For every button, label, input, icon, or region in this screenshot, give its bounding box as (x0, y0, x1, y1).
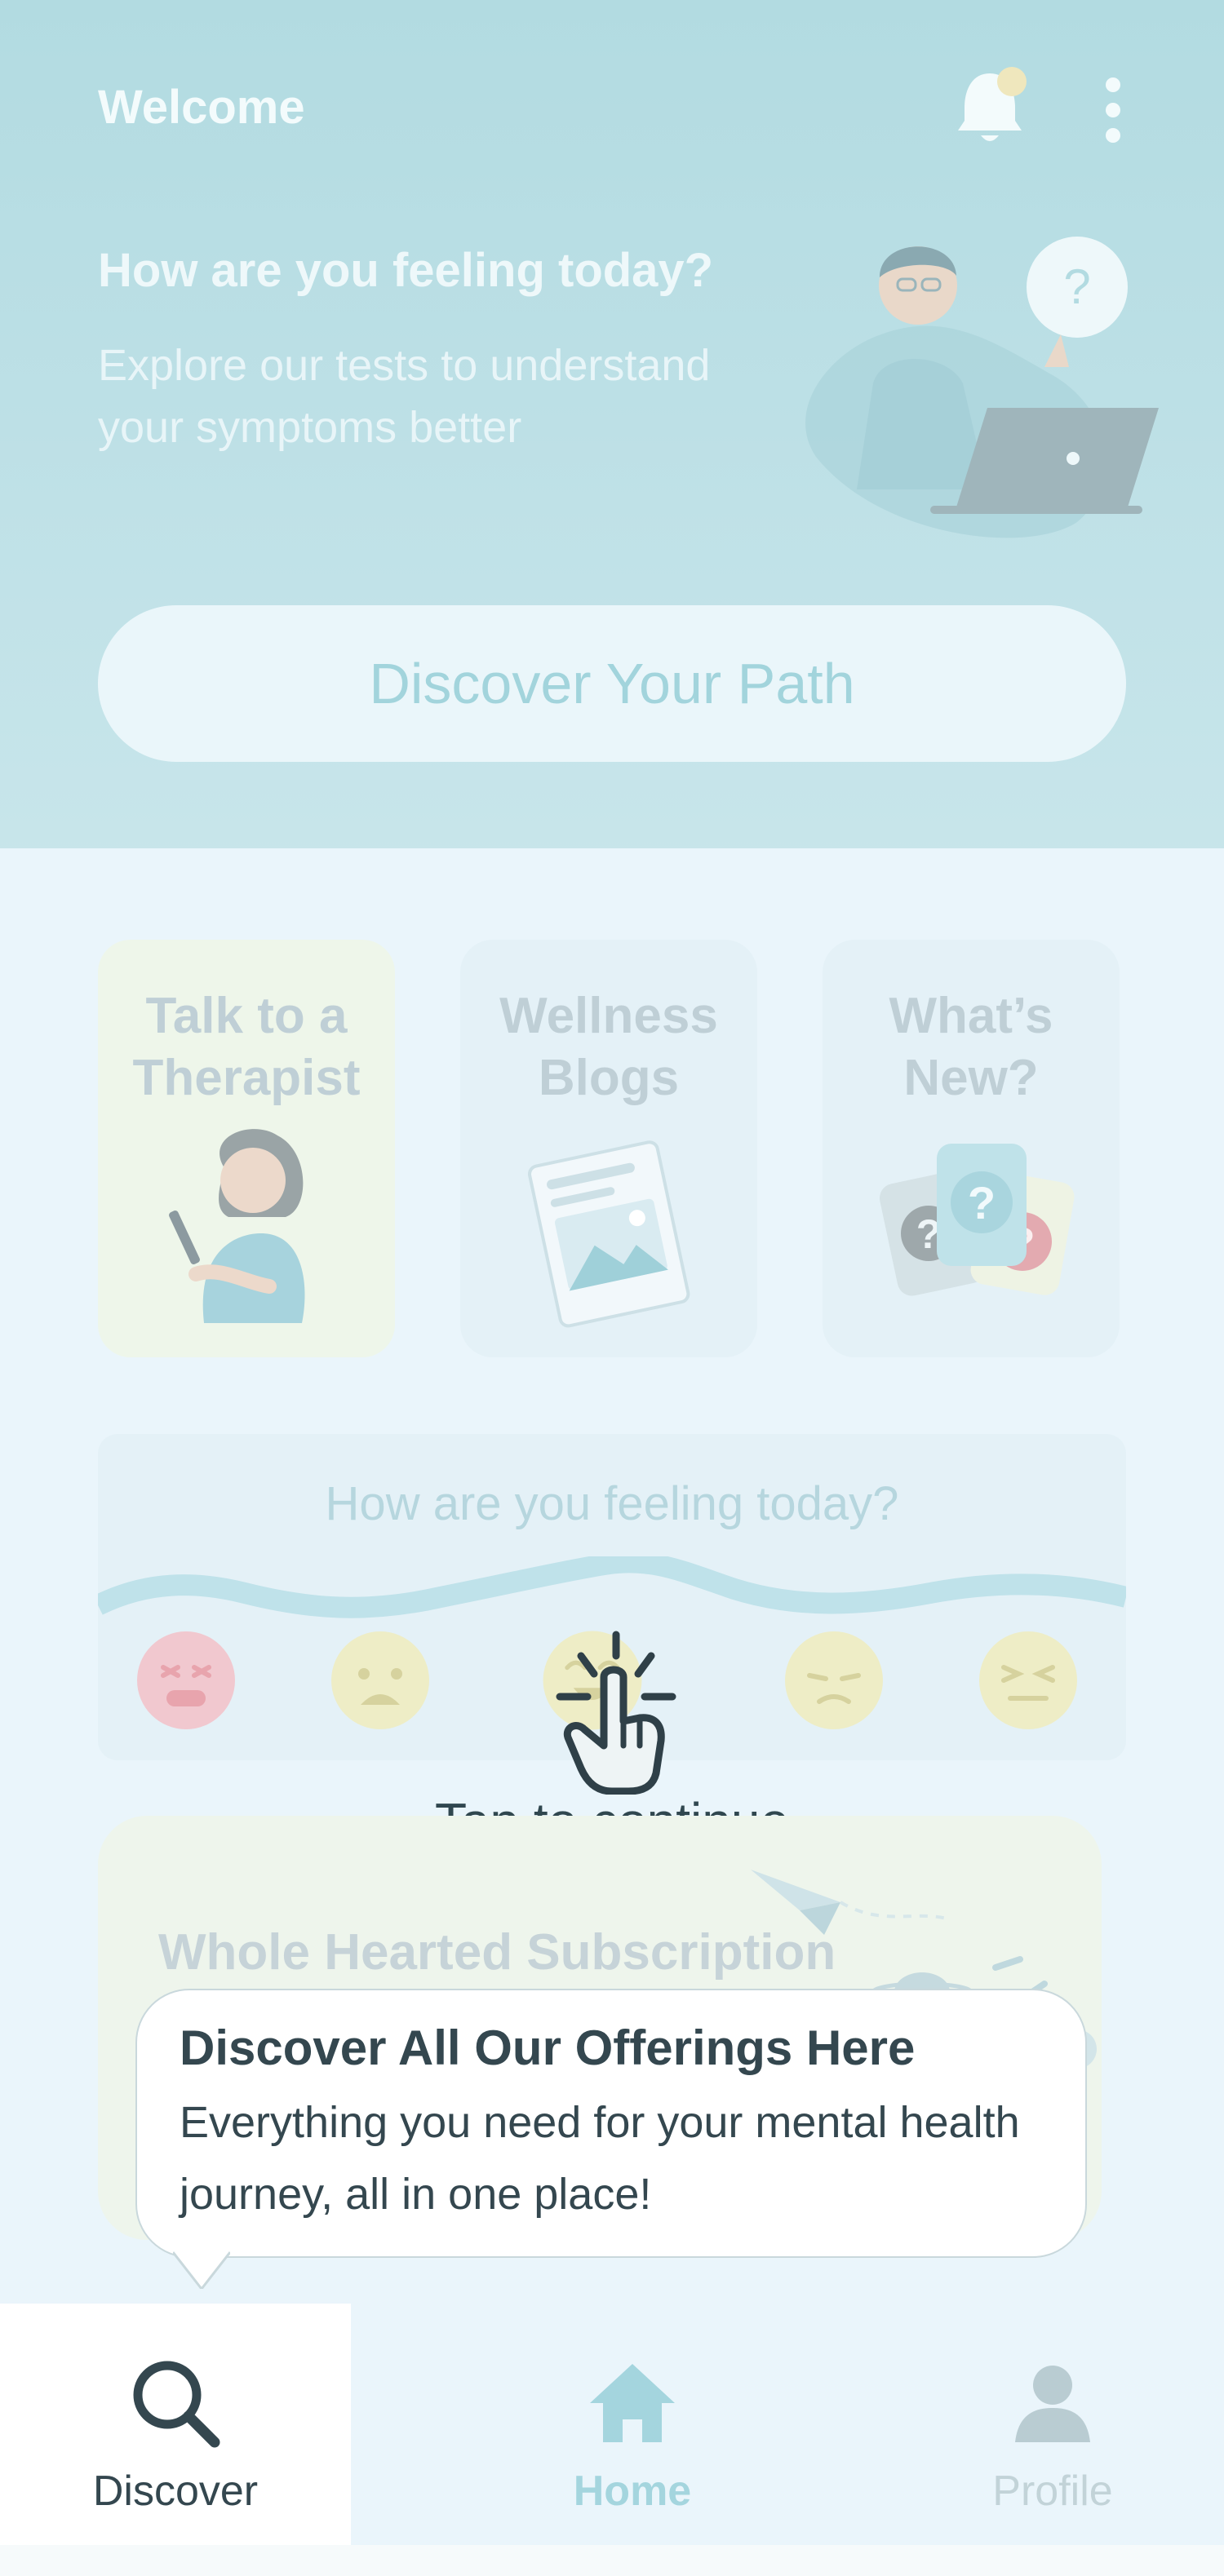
subscription-title: Whole Hearted Subscription (158, 1924, 836, 1981)
therapist-illustration (169, 1129, 305, 1323)
header-title: Welcome (98, 81, 305, 134)
blog-illustration (528, 1140, 690, 1328)
card-title: Wellness Blogs (499, 988, 718, 1106)
more-menu-icon[interactable] (1093, 73, 1133, 147)
tooltip-body: Everything you need for your mental heal… (180, 2098, 1020, 2219)
nav-label: Home (573, 2468, 692, 2515)
wellness-blogs-card[interactable]: Wellness Blogs (460, 940, 757, 1357)
mood-title: How are you feeling today? (325, 1477, 899, 1530)
nav-home[interactable]: Home (457, 2304, 808, 2545)
hero-question: How are you feeling today? (98, 244, 714, 297)
svg-text:?: ? (968, 1177, 996, 1228)
question-cards-illustration: ? ? ? (879, 1144, 1075, 1296)
home-icon (590, 2364, 675, 2442)
hero-subtitle: Explore our tests to understand your sym… (98, 341, 711, 452)
nav-discover[interactable]: Discover (0, 2304, 351, 2545)
therapist-card[interactable]: Talk to a Therapist (98, 940, 395, 1357)
nav-profile[interactable]: Profile (881, 2304, 1224, 2545)
angry-face-icon[interactable] (135, 1630, 237, 1731)
profile-icon (1015, 2366, 1090, 2442)
hero-wave (0, 860, 1224, 930)
card-title: Talk to a Therapist (132, 988, 361, 1106)
system-bar (0, 2545, 1224, 2576)
tap-hand-icon (556, 1631, 676, 1795)
card-title: What’s New? (889, 988, 1053, 1106)
svg-text:?: ? (1063, 259, 1090, 314)
nav-label: Discover (92, 2468, 259, 2515)
search-icon (133, 2361, 220, 2448)
whats-new-card[interactable]: What’s New? ? ? ? (823, 940, 1120, 1357)
person-laptop-illustration: ? (805, 237, 1159, 538)
tired-face-icon[interactable] (978, 1630, 1079, 1731)
tooltip-pointer (173, 2251, 230, 2289)
nav-label: Profile (992, 2468, 1113, 2515)
sad-face-icon[interactable] (783, 1630, 885, 1731)
tooltip-title: Discover All Our Offerings Here (180, 2021, 916, 2075)
bell-icon[interactable] (953, 64, 1027, 153)
anxious-face-icon[interactable] (330, 1630, 431, 1731)
discover-path-button[interactable]: Discover Your Path (98, 605, 1126, 762)
